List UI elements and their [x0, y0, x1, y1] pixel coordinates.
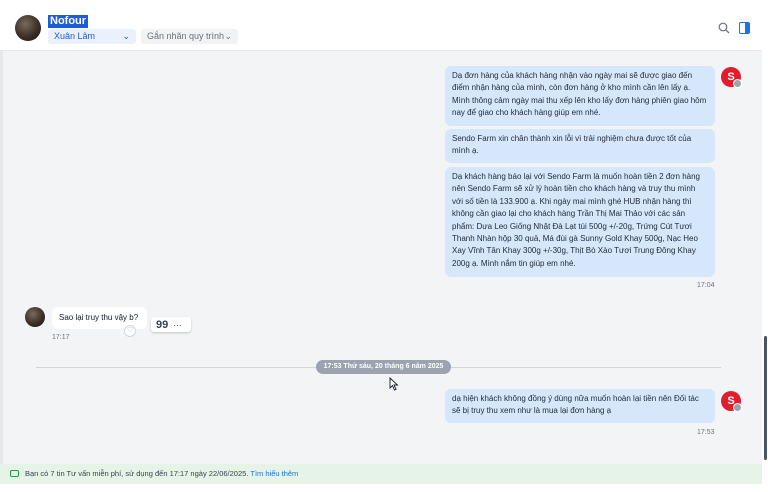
outgoing-message[interactable]: Dạ khách hàng báo lại với Sendo Farm là … [445, 167, 715, 277]
shop-avatar: S [721, 67, 742, 88]
heart-reaction-icon[interactable]: ♡ [124, 325, 136, 337]
search-icon[interactable] [718, 22, 730, 34]
notice-text: Bạn có 7 tin Tư vấn miễn phí, sử dụng đế… [25, 464, 298, 484]
conversation-header: Nofour Xuân Lâm ⌄ Gắn nhãn quy trình ⌄ [0, 0, 762, 51]
free-consult-notice: Bạn có 7 tin Tư vấn miễn phí, sử dụng đế… [0, 464, 762, 484]
message-list[interactable]: Dạ đơn hàng của khách hàng nhận vào ngày… [0, 51, 762, 464]
date-divider: 17:53 Thứ sáu, 20 tháng 6 năm 2025 [316, 360, 451, 374]
mouse-cursor-icon [389, 377, 399, 391]
outgoing-message[interactable]: Sendo Farm xin chân thành xin lỗi vì trả… [445, 129, 715, 163]
chevron-down-icon: ⌄ [224, 31, 232, 41]
customer-avatar[interactable] [25, 307, 45, 327]
more-options-icon[interactable]: … [173, 317, 183, 330]
side-panel-toggle-icon[interactable] [739, 22, 750, 34]
contact-avatar[interactable] [15, 15, 41, 41]
message-time: 17:53 [697, 429, 715, 436]
scrollbar-thumb[interactable] [764, 336, 767, 460]
process-tag-label: Gắn nhãn quy trình [147, 31, 225, 41]
outgoing-message[interactable]: Dạ đơn hàng của khách hàng nhận vào ngày… [445, 66, 715, 126]
chevron-down-icon: ⌄ [122, 31, 130, 41]
quote-reply-icon[interactable]: 99 [156, 317, 168, 334]
agent-select-label: Xuân Lâm [54, 31, 96, 41]
shop-avatar: S [721, 391, 742, 412]
contact-name[interactable]: Nofour [48, 15, 89, 28]
agent-select[interactable]: Xuân Lâm ⌄ [48, 29, 136, 44]
notice-message: Bạn có 7 tin Tư vấn miễn phí, sử dụng đế… [25, 469, 249, 478]
chat-icon [10, 470, 19, 477]
left-panel-edge [0, 51, 3, 464]
message-actions: 99 … [151, 317, 191, 332]
message-time: 17:04 [697, 282, 715, 289]
status-dot [733, 403, 742, 412]
status-dot [733, 79, 742, 88]
message-time: 17:17 [52, 334, 70, 341]
process-tag-select[interactable]: Gắn nhãn quy trình ⌄ [141, 29, 238, 44]
outgoing-message[interactable]: dạ hiện khách không đồng ý dùng nữa muốn… [445, 389, 715, 423]
learn-more-link[interactable]: Tìm hiểu thêm [250, 469, 298, 478]
